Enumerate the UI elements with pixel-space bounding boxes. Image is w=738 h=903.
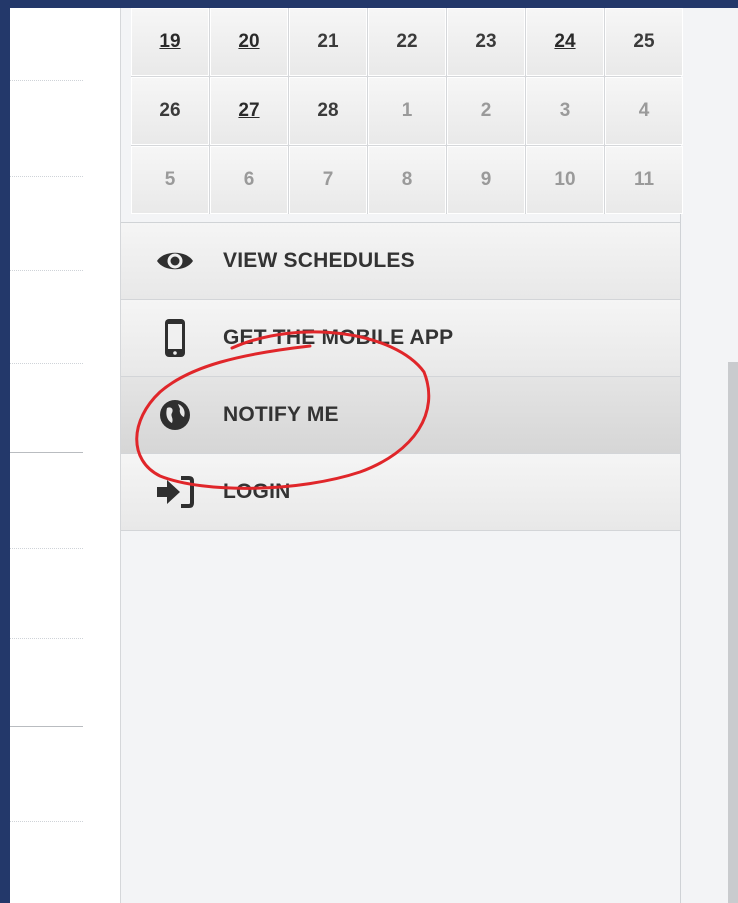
calendar-day[interactable]: 27 bbox=[210, 77, 288, 145]
calendar-day: 9 bbox=[447, 146, 525, 214]
calendar-day: 28 bbox=[289, 77, 367, 145]
menu-item-label: GET THE MOBILE APP bbox=[223, 326, 454, 349]
sidebar-menu: VIEW SCHEDULES GET THE MOBILE APP NOTIFY M… bbox=[121, 223, 680, 531]
calendar-day: 3 bbox=[526, 77, 604, 145]
globe-icon bbox=[153, 393, 197, 437]
divider bbox=[10, 726, 83, 727]
calendar-day: 23 bbox=[447, 8, 525, 76]
mobile-phone-icon bbox=[153, 316, 197, 360]
calendar-grid: 19 20 21 22 23 24 25 26 27 28 1 2 3 4 5 6 7 8 9 10 11 bbox=[131, 8, 683, 214]
calendar-day[interactable]: 19 bbox=[131, 8, 209, 76]
eye-icon bbox=[153, 239, 197, 283]
calendar-day: 5 bbox=[131, 146, 209, 214]
calendar-day: 21 bbox=[289, 8, 367, 76]
calendar-day: 10 bbox=[526, 146, 604, 214]
divider bbox=[10, 548, 83, 549]
calendar-day: 7 bbox=[289, 146, 367, 214]
divider bbox=[10, 821, 83, 822]
calendar-day[interactable]: 20 bbox=[210, 8, 288, 76]
menu-item-view-schedules[interactable]: VIEW SCHEDULES bbox=[121, 223, 680, 300]
menu-item-mobile-app[interactable]: GET THE MOBILE APP bbox=[121, 300, 680, 377]
menu-item-login[interactable]: LOGIN bbox=[121, 454, 680, 531]
calendar-day[interactable]: 24 bbox=[526, 8, 604, 76]
divider bbox=[10, 638, 83, 639]
calendar-day: 2 bbox=[447, 77, 525, 145]
divider bbox=[10, 176, 83, 177]
menu-item-notify-me[interactable]: NOTIFY ME bbox=[121, 377, 680, 454]
divider bbox=[10, 80, 83, 81]
calendar-day: 25 bbox=[605, 8, 683, 76]
menu-item-label: LOGIN bbox=[223, 480, 291, 503]
calendar-day: 8 bbox=[368, 146, 446, 214]
menu-item-label: VIEW SCHEDULES bbox=[223, 249, 415, 272]
divider bbox=[10, 452, 83, 453]
content-gutter bbox=[83, 8, 121, 903]
calendar-day: 6 bbox=[210, 146, 288, 214]
window-frame bbox=[0, 0, 738, 8]
calendar-day: 1 bbox=[368, 77, 446, 145]
menu-item-label: NOTIFY ME bbox=[223, 403, 339, 426]
divider bbox=[10, 270, 83, 271]
scrollbar-thumb[interactable] bbox=[728, 362, 738, 903]
calendar-day: 11 bbox=[605, 146, 683, 214]
calendar-day: 26 bbox=[131, 77, 209, 145]
calendar-day: 22 bbox=[368, 8, 446, 76]
calendar-day: 4 bbox=[605, 77, 683, 145]
divider bbox=[10, 363, 83, 364]
left-content-panel bbox=[10, 8, 83, 903]
sign-in-icon bbox=[153, 470, 197, 514]
